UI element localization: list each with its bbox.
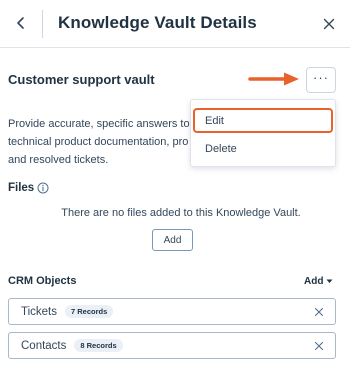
crm-object-row: Contacts 8 Records (8, 332, 336, 359)
back-button[interactable] (8, 10, 34, 36)
actions-dropdown-menu: Edit Delete (190, 99, 336, 167)
crm-objects-label: CRM Objects (8, 275, 77, 287)
panel-title: Knowledge Vault Details (58, 13, 257, 32)
crm-object-row: Tickets 7 Records (8, 298, 336, 325)
close-icon (323, 18, 335, 30)
crm-object-name: Tickets (21, 305, 57, 318)
add-crm-object-button[interactable]: Add (304, 276, 333, 287)
add-file-button[interactable]: Add (152, 229, 193, 251)
remove-icon[interactable] (313, 306, 325, 318)
chevron-left-icon (17, 17, 24, 29)
caret-down-icon (326, 279, 333, 283)
arrow-right-icon (248, 72, 299, 86)
more-horizontal-icon: ··· (313, 69, 329, 85)
info-icon[interactable] (37, 182, 49, 194)
more-actions-button[interactable]: ··· (306, 67, 336, 93)
menu-item-delete[interactable]: Delete (195, 137, 333, 161)
panel-header: Knowledge Vault Details (0, 0, 350, 48)
menu-item-edit[interactable]: Edit (193, 108, 333, 133)
header-divider (42, 10, 43, 38)
crm-object-name: Contacts (21, 339, 67, 352)
description-line: Provide accurate, specific answers to (8, 118, 190, 130)
vault-description: Provide accurate, specific answers to te… (8, 115, 198, 169)
description-line: technical product documentation, pro (8, 136, 189, 148)
files-empty-message: There are no files added to this Knowled… (61, 207, 301, 219)
close-button[interactable] (318, 13, 340, 35)
record-count-badge: 8 Records (74, 339, 123, 352)
record-count-badge: 7 Records (65, 305, 114, 318)
description-line: and resolved tickets. (8, 154, 109, 166)
vault-name: Customer support vault (8, 72, 155, 87)
remove-icon[interactable] (313, 340, 325, 352)
add-crm-label: Add (304, 276, 324, 287)
files-label: Files (8, 182, 35, 194)
